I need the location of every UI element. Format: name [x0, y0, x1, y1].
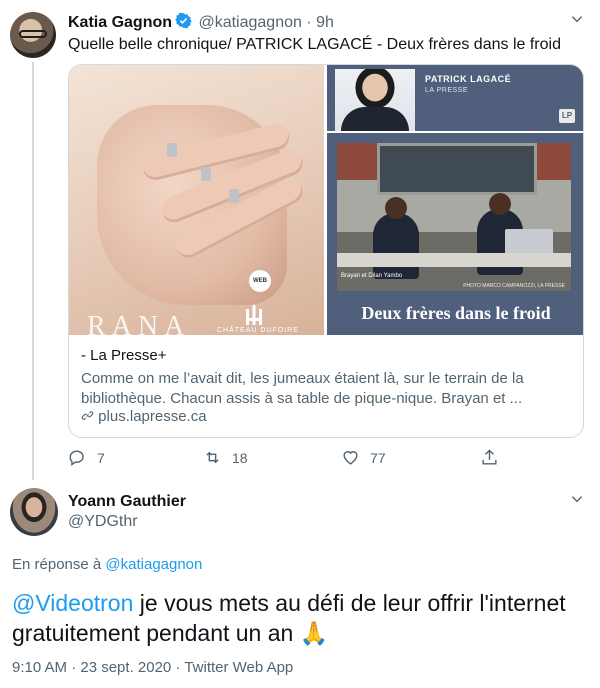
- like-icon: [343, 451, 358, 465]
- separator-dot: ·: [306, 14, 312, 31]
- publication-name: LA PRESSE: [425, 87, 469, 94]
- author-handle[interactable]: @katiagagnon: [198, 14, 301, 31]
- link-card[interactable]: RANA WEB CHÂTEAU DUFOIRE PATRICK LAGACÉ …: [68, 64, 584, 438]
- chevron-down-icon[interactable]: [570, 492, 584, 509]
- photo-caption: Brayan et Dilan Yambo: [341, 273, 403, 279]
- share-button[interactable]: [480, 448, 499, 467]
- ad-brand: CHÂTEAU DUFOIRE: [217, 327, 299, 334]
- like-button[interactable]: 77: [341, 448, 386, 467]
- article-image: Brayan et Dilan Yambo PHOTO MARCO CAMPAN…: [327, 133, 583, 335]
- like-count: 77: [370, 449, 386, 466]
- avatar-yoann[interactable]: [10, 488, 58, 536]
- reply-prefix: En réponse à: [12, 556, 102, 573]
- columnist-banner: PATRICK LAGACÉ LA PRESSE LP: [327, 65, 583, 131]
- author-name[interactable]: Yoann Gauthier: [68, 493, 186, 511]
- link-icon: [81, 411, 94, 420]
- card-ad-image: RANA WEB CHÂTEAU DUFOIRE: [69, 65, 324, 335]
- ad-badge: WEB: [249, 270, 271, 292]
- thread-line: [32, 62, 34, 480]
- ad-text: RANA: [87, 311, 191, 335]
- tweet-text: Quelle belle chronique/ PATRICK LAGACÉ -…: [68, 36, 561, 53]
- mention-link[interactable]: @Videotron: [12, 590, 133, 616]
- reply-button[interactable]: 7: [68, 448, 105, 467]
- chevron-down-icon[interactable]: [570, 12, 584, 29]
- card-description: Comme on me l’avait dit, les jumeaux éta…: [81, 370, 524, 407]
- retweet-button[interactable]: 18: [203, 448, 248, 467]
- card-link-text[interactable]: plus.lapresse.ca: [98, 408, 206, 425]
- lapresse-icon: LP: [559, 109, 575, 123]
- retweet-icon: [206, 451, 219, 464]
- castle-logo-icon: [245, 303, 275, 325]
- tweet-time[interactable]: 9h: [316, 14, 334, 31]
- tweet-actions: 7 18 77: [68, 448, 584, 468]
- columnist-name: PATRICK LAGACÉ: [425, 74, 512, 84]
- reply-count: 7: [97, 449, 105, 466]
- share-icon: [482, 449, 497, 465]
- author-name[interactable]: Katia Gagnon: [68, 14, 172, 31]
- card-link[interactable]: plus.lapresse.ca: [81, 408, 207, 425]
- retweet-count: 18: [232, 449, 248, 466]
- verified-badge-icon: [175, 12, 192, 29]
- reply-context: En réponse à @katiagagnon: [12, 556, 202, 573]
- reply-to-link[interactable]: @katiagagnon: [105, 556, 202, 573]
- tweet2-text: @Videotron je vous mets au défi de leur …: [12, 588, 588, 648]
- columnist-photo: [335, 69, 415, 131]
- tweet1-header: Katia Gagnon @katiagagnon · 9h: [68, 12, 334, 32]
- tweet-timestamp[interactable]: 9:10 AM · 23 sept. 2020 · Twitter Web Ap…: [12, 659, 293, 676]
- card-source: - La Presse+: [81, 347, 167, 364]
- author-handle[interactable]: @YDGthr: [68, 513, 186, 531]
- photo-credit: PHOTO MARCO CAMPANOZZI, LA PRESSE: [463, 283, 565, 289]
- article-title: Deux frères dans le froid: [361, 303, 551, 323]
- article-photo: Brayan et Dilan Yambo PHOTO MARCO CAMPAN…: [337, 143, 571, 291]
- avatar-katia[interactable]: [10, 12, 56, 58]
- tweet2-header: Yoann Gauthier @YDGthr: [68, 493, 186, 531]
- pray-emoji: 🙏: [299, 620, 329, 646]
- reply-icon: [69, 450, 84, 467]
